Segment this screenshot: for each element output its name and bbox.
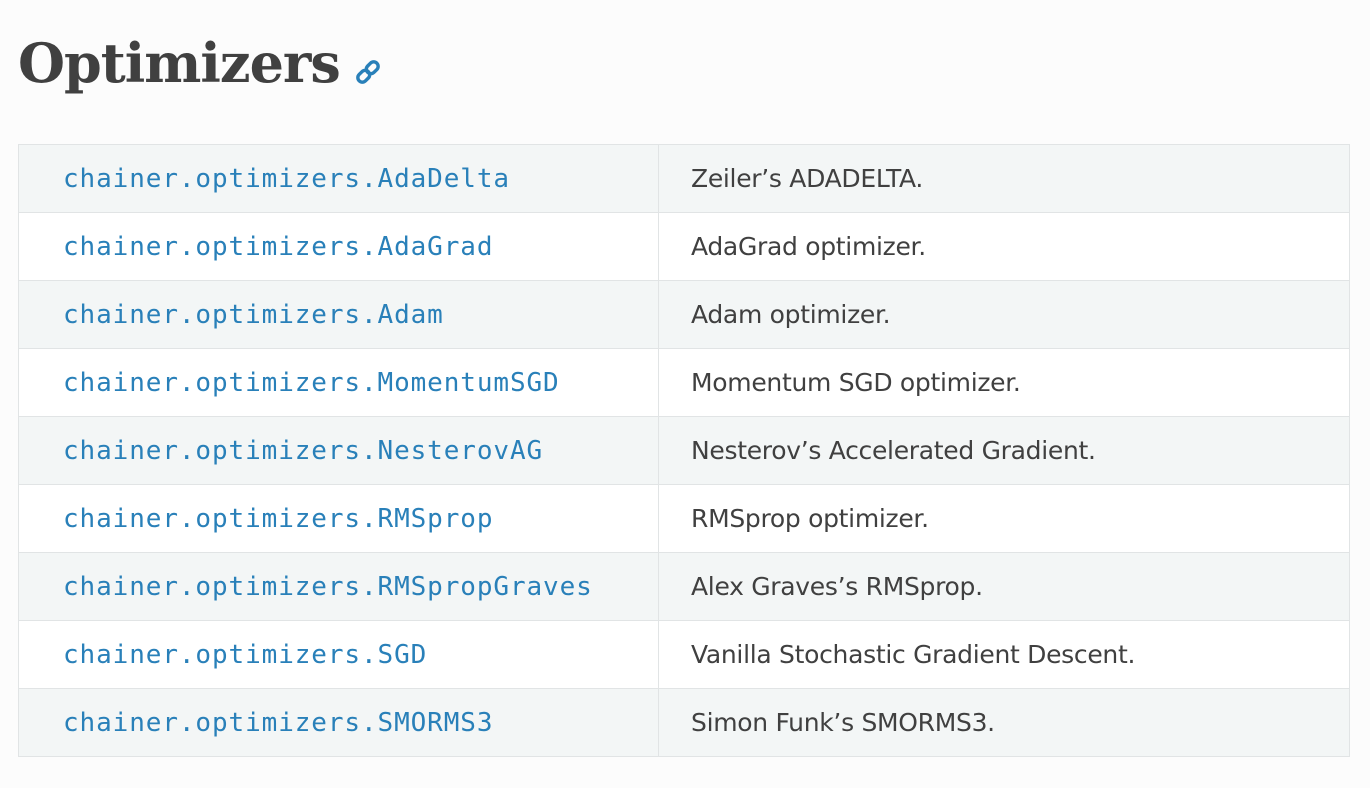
optimizer-link[interactable]: chainer.optimizers.RMSprop [63, 504, 493, 534]
table-cell-description: Vanilla Stochastic Gradient Descent. [659, 621, 1349, 688]
optimizer-description: Zeiler’s ADADELTA. [691, 164, 924, 193]
table-row: chainer.optimizers.SMORMS3 Simon Funk’s … [19, 689, 1349, 756]
table-cell-description: RMSprop optimizer. [659, 485, 1349, 552]
table-row: chainer.optimizers.AdaGrad AdaGrad optim… [19, 213, 1349, 281]
table-cell-name: chainer.optimizers.RMSpropGraves [19, 553, 659, 620]
optimizer-link[interactable]: chainer.optimizers.SMORMS3 [63, 708, 493, 738]
optimizer-description: Adam optimizer. [691, 300, 891, 329]
optimizer-description: Vanilla Stochastic Gradient Descent. [691, 640, 1136, 669]
table-cell-description: Simon Funk’s SMORMS3. [659, 689, 1349, 756]
optimizer-link[interactable]: chainer.optimizers.AdaGrad [63, 232, 493, 262]
optimizer-link[interactable]: chainer.optimizers.RMSpropGraves [63, 572, 593, 602]
table-cell-description: Zeiler’s ADADELTA. [659, 145, 1349, 212]
optimizer-description: Nesterov’s Accelerated Gradient. [691, 436, 1096, 465]
table-cell-name: chainer.optimizers.NesterovAG [19, 417, 659, 484]
optimizer-description: Momentum SGD optimizer. [691, 368, 1021, 397]
optimizer-link[interactable]: chainer.optimizers.SGD [63, 640, 427, 670]
table-row: chainer.optimizers.AdaDelta Zeiler’s ADA… [19, 145, 1349, 213]
table-cell-description: AdaGrad optimizer. [659, 213, 1349, 280]
table-cell-name: chainer.optimizers.RMSprop [19, 485, 659, 552]
optimizer-link[interactable]: chainer.optimizers.AdaDelta [63, 164, 510, 194]
table-cell-name: chainer.optimizers.Adam [19, 281, 659, 348]
optimizers-table: chainer.optimizers.AdaDelta Zeiler’s ADA… [18, 144, 1350, 757]
table-cell-name: chainer.optimizers.MomentumSGD [19, 349, 659, 416]
table-cell-description: Nesterov’s Accelerated Gradient. [659, 417, 1349, 484]
page-header: Optimizers [18, 26, 382, 100]
page-title: Optimizers [18, 31, 341, 95]
table-cell-name: chainer.optimizers.AdaGrad [19, 213, 659, 280]
optimizer-link[interactable]: chainer.optimizers.MomentumSGD [63, 368, 560, 398]
optimizer-description: Simon Funk’s SMORMS3. [691, 708, 995, 737]
optimizer-link[interactable]: chainer.optimizers.Adam [63, 300, 444, 330]
table-cell-description: Alex Graves’s RMSprop. [659, 553, 1349, 620]
table-row: chainer.optimizers.MomentumSGD Momentum … [19, 349, 1349, 417]
table-row: chainer.optimizers.SGD Vanilla Stochasti… [19, 621, 1349, 689]
optimizer-description: RMSprop optimizer. [691, 504, 929, 533]
table-row: chainer.optimizers.NesterovAG Nesterov’s… [19, 417, 1349, 485]
optimizer-description: AdaGrad optimizer. [691, 232, 926, 261]
table-row: chainer.optimizers.RMSpropGraves Alex Gr… [19, 553, 1349, 621]
link-icon[interactable] [354, 58, 382, 86]
table-cell-name: chainer.optimizers.SGD [19, 621, 659, 688]
table-cell-name: chainer.optimizers.SMORMS3 [19, 689, 659, 756]
table-row: chainer.optimizers.Adam Adam optimizer. [19, 281, 1349, 349]
table-cell-description: Adam optimizer. [659, 281, 1349, 348]
table-cell-description: Momentum SGD optimizer. [659, 349, 1349, 416]
table-row: chainer.optimizers.RMSprop RMSprop optim… [19, 485, 1349, 553]
table-cell-name: chainer.optimizers.AdaDelta [19, 145, 659, 212]
optimizer-link[interactable]: chainer.optimizers.NesterovAG [63, 436, 543, 466]
optimizer-description: Alex Graves’s RMSprop. [691, 572, 983, 601]
